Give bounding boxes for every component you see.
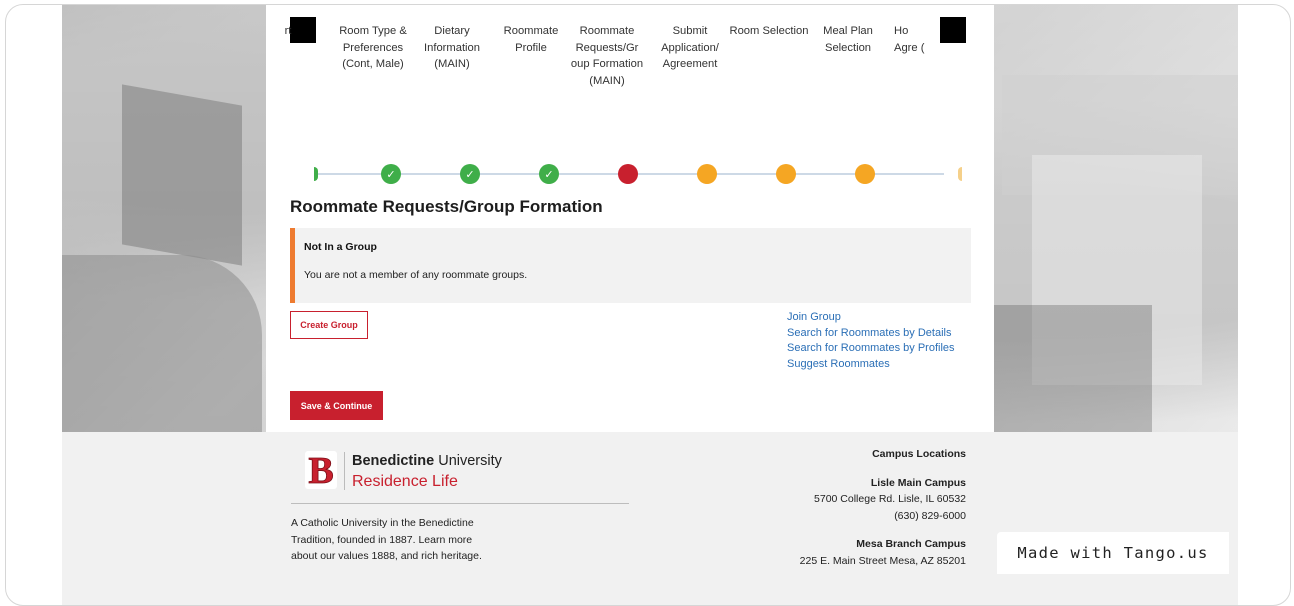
- step-dot-room-selection[interactable]: [776, 164, 796, 184]
- check-icon: ✓: [465, 168, 475, 181]
- page-title: Roommate Requests/Group Formation: [290, 197, 603, 216]
- step-label-room-type[interactable]: Room Type & Preferences (Cont, Male): [332, 23, 414, 73]
- check-icon: ✓: [544, 168, 554, 181]
- progress-tracker: ✓ ✓ ✓: [290, 160, 970, 190]
- step-label-submit-application[interactable]: Submit Application/ Agreement: [649, 23, 731, 73]
- check-icon: ✓: [386, 168, 396, 181]
- search-by-profiles-link[interactable]: Search for Roommates by Profiles: [787, 341, 955, 357]
- tango-watermark: Made with Tango.us: [997, 532, 1229, 574]
- notice-heading: Not In a Group: [304, 241, 377, 253]
- create-group-button[interactable]: Create Group: [290, 311, 368, 339]
- brand-name-bold: Benedictine: [352, 453, 435, 469]
- background-building: [62, 255, 262, 435]
- step-dot-housing-agreement[interactable]: [958, 167, 962, 181]
- step-label-roommate-profile[interactable]: Roommate Profile: [490, 23, 572, 56]
- step-dot-meal-plan[interactable]: [855, 164, 875, 184]
- step-dot-roommate-requests[interactable]: [618, 164, 638, 184]
- step-dot-room-type[interactable]: ✓: [381, 164, 401, 184]
- footer-about-text: A Catholic University in the Benedictine…: [291, 517, 482, 562]
- site-footer: B Benedictine University Residence Life …: [62, 432, 1238, 605]
- mesa-campus-address: 225 E. Main Street Mesa, AZ 85201: [799, 554, 966, 567]
- save-continue-button[interactable]: Save & Continue: [290, 391, 383, 420]
- lisle-campus-address: 5700 College Rd. Lisle, IL 60532: [814, 493, 966, 505]
- screenshot-frame: rt Room Type & Preferences (Cont, Male) …: [5, 4, 1291, 606]
- step-label-roommate-requests[interactable]: Roommate Requests/Gr oup Formation (MAIN…: [570, 23, 644, 89]
- lisle-campus-name: Lisle Main Campus: [870, 476, 966, 489]
- step-labels: rt Room Type & Preferences (Cont, Male) …: [285, 23, 970, 133]
- page-viewport: rt Room Type & Preferences (Cont, Male) …: [62, 5, 1238, 605]
- step-dot-start[interactable]: [314, 167, 318, 181]
- background-building: [122, 84, 242, 266]
- campus-locations: Campus Locations Lisle Main Campus 5700 …: [800, 446, 966, 569]
- brand-divider: [344, 452, 345, 490]
- step-dot-submit-application[interactable]: [697, 164, 717, 184]
- brand-name: Benedictine University: [352, 453, 502, 469]
- lisle-campus-phone[interactable]: (630) 829-6000: [800, 508, 966, 525]
- brand-subtitle: Residence Life: [352, 473, 458, 490]
- step-label-housing-agreement[interactable]: Ho Agre (: [894, 23, 934, 56]
- application-card: rt Room Type & Preferences (Cont, Male) …: [266, 5, 994, 432]
- search-by-details-link[interactable]: Search for Roommates by Details: [787, 326, 955, 342]
- step-label-dietary[interactable]: Dietary Information (MAIN): [411, 23, 493, 73]
- background-building: [992, 305, 1152, 435]
- notice-body: You are not a member of any roommate gro…: [304, 269, 528, 281]
- group-status-notice: Not In a Group You are not a member of a…: [290, 228, 971, 303]
- mesa-campus-name: Mesa Branch Campus: [856, 538, 966, 550]
- brand-letter: B: [308, 450, 333, 490]
- step-label-start[interactable]: rt: [268, 23, 308, 40]
- step-dot-dietary[interactable]: ✓: [460, 164, 480, 184]
- brand-name-rest: University: [434, 453, 502, 469]
- benedictine-b-logo-icon: B: [305, 450, 337, 490]
- roommate-action-links: Join Group Search for Roommates by Detai…: [787, 310, 955, 372]
- join-group-link[interactable]: Join Group: [787, 310, 955, 326]
- step-dot-roommate-profile[interactable]: ✓: [539, 164, 559, 184]
- campus-locations-heading: Campus Locations: [872, 448, 966, 460]
- footer-divider: [291, 503, 629, 504]
- step-label-meal-plan[interactable]: Meal Plan Selection: [807, 23, 889, 56]
- step-label-room-selection[interactable]: Room Selection: [728, 23, 810, 40]
- suggest-roommates-link[interactable]: Suggest Roommates: [787, 357, 955, 373]
